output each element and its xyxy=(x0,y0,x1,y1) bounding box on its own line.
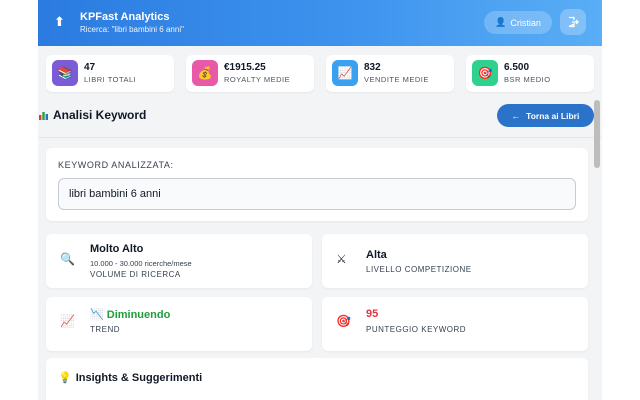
user-name: Cristian xyxy=(510,17,541,28)
scrollbar-thumb[interactable] xyxy=(594,100,600,168)
logout-icon xyxy=(568,16,579,28)
insights-title: 💡 Insights & Suggerimenti xyxy=(58,371,203,385)
stat-card-books: 📚 47 LIBRI TOTALI xyxy=(46,55,174,92)
insights-title-text: Insights & Suggerimenti xyxy=(75,371,203,384)
stat-card-bsr: 🎯 6.500 BSR MEDIO xyxy=(466,55,594,92)
target-icon: 🎯 xyxy=(472,60,498,86)
back-to-books-button[interactable]: ← Torna ai Libri xyxy=(497,104,594,127)
books-icon: 📚 xyxy=(52,60,78,86)
app-frame: ⬆ KPFast Analytics Ricerca: "libri bambi… xyxy=(38,0,602,400)
stat-label: BSR MEDIO xyxy=(504,75,551,84)
metric-value: 95 xyxy=(366,308,379,320)
insights-card: 💡 Insights & Suggerimenti xyxy=(46,358,588,400)
stat-value: 832 xyxy=(364,62,381,73)
keyword-card: KEYWORD ANALIZZATA: xyxy=(46,148,588,221)
back-button-label: Torna ai Libri xyxy=(526,110,580,121)
metric-label: VOLUME DI RICERCA xyxy=(90,270,181,279)
stat-value: €1915.25 xyxy=(224,62,266,73)
app-title: KPFast Analytics xyxy=(80,11,170,23)
stat-card-royalty: 💰 €1915.25 ROYALTY MEDIE xyxy=(186,55,314,92)
stat-label: VENDITE MEDIE xyxy=(364,75,429,84)
stats-bar: 📚 47 LIBRI TOTALI 💰 €1915.25 ROYALTY MED… xyxy=(46,55,594,92)
user-icon: 👤 xyxy=(495,17,507,27)
stat-label: LIBRI TOTALI xyxy=(84,75,137,84)
metric-label: PUNTEGGIO KEYWORD xyxy=(366,325,467,334)
upload-arrow-icon: ⬆ xyxy=(54,14,65,29)
target-icon: 🎯 xyxy=(336,314,351,328)
magnifier-icon: 🔍 xyxy=(60,252,75,266)
keyword-label: KEYWORD ANALIZZATA: xyxy=(58,160,174,170)
section-title-text: Analisi Keyword xyxy=(53,108,147,122)
app-header: ⬆ KPFast Analytics Ricerca: "libri bambi… xyxy=(38,0,602,46)
metric-value: Alta xyxy=(366,249,387,261)
chart-trend-icon: 📈 xyxy=(60,314,75,328)
stat-card-sales: 📈 832 VENDITE MEDIE xyxy=(326,55,454,92)
search-subtitle: Ricerca: "libri bambini 6 anni" xyxy=(80,25,184,34)
arrow-left-icon: ← xyxy=(511,110,521,121)
logout-button[interactable] xyxy=(560,9,586,35)
metric-card-competition: ⚔ Alta LIVELLO COMPETIZIONE xyxy=(322,234,588,288)
bar-chart-icon xyxy=(39,111,48,120)
metric-sub: 10.000 - 30.000 ricerche/mese xyxy=(90,259,192,268)
metric-card-score: 🎯 95 PUNTEGGIO KEYWORD xyxy=(322,297,588,351)
stat-label: ROYALTY MEDIE xyxy=(224,75,291,84)
metric-value: Molto Alto xyxy=(90,243,144,255)
metric-card-trend: 📈 📉 Diminuendo TREND xyxy=(46,297,312,351)
metric-label: TREND xyxy=(90,325,121,334)
user-menu-button[interactable]: 👤 Cristian xyxy=(484,11,552,34)
stat-value: 47 xyxy=(84,62,96,73)
stat-value: 6.500 xyxy=(504,62,530,73)
keyword-input[interactable] xyxy=(58,178,576,210)
crossed-swords-icon: ⚔ xyxy=(336,252,347,266)
lightbulb-icon: 💡 xyxy=(58,372,72,384)
metric-value: 📉 Diminuendo xyxy=(90,309,171,321)
metric-card-volume: 🔍 Molto Alto 10.000 - 30.000 ricerche/me… xyxy=(46,234,312,288)
money-bag-icon: 💰 xyxy=(192,60,218,86)
chart-up-icon: 📈 xyxy=(332,60,358,86)
scrollbar[interactable] xyxy=(594,100,600,400)
metric-label: LIVELLO COMPETIZIONE xyxy=(366,265,472,274)
page-title: Analisi Keyword xyxy=(38,108,146,122)
divider xyxy=(38,137,602,138)
